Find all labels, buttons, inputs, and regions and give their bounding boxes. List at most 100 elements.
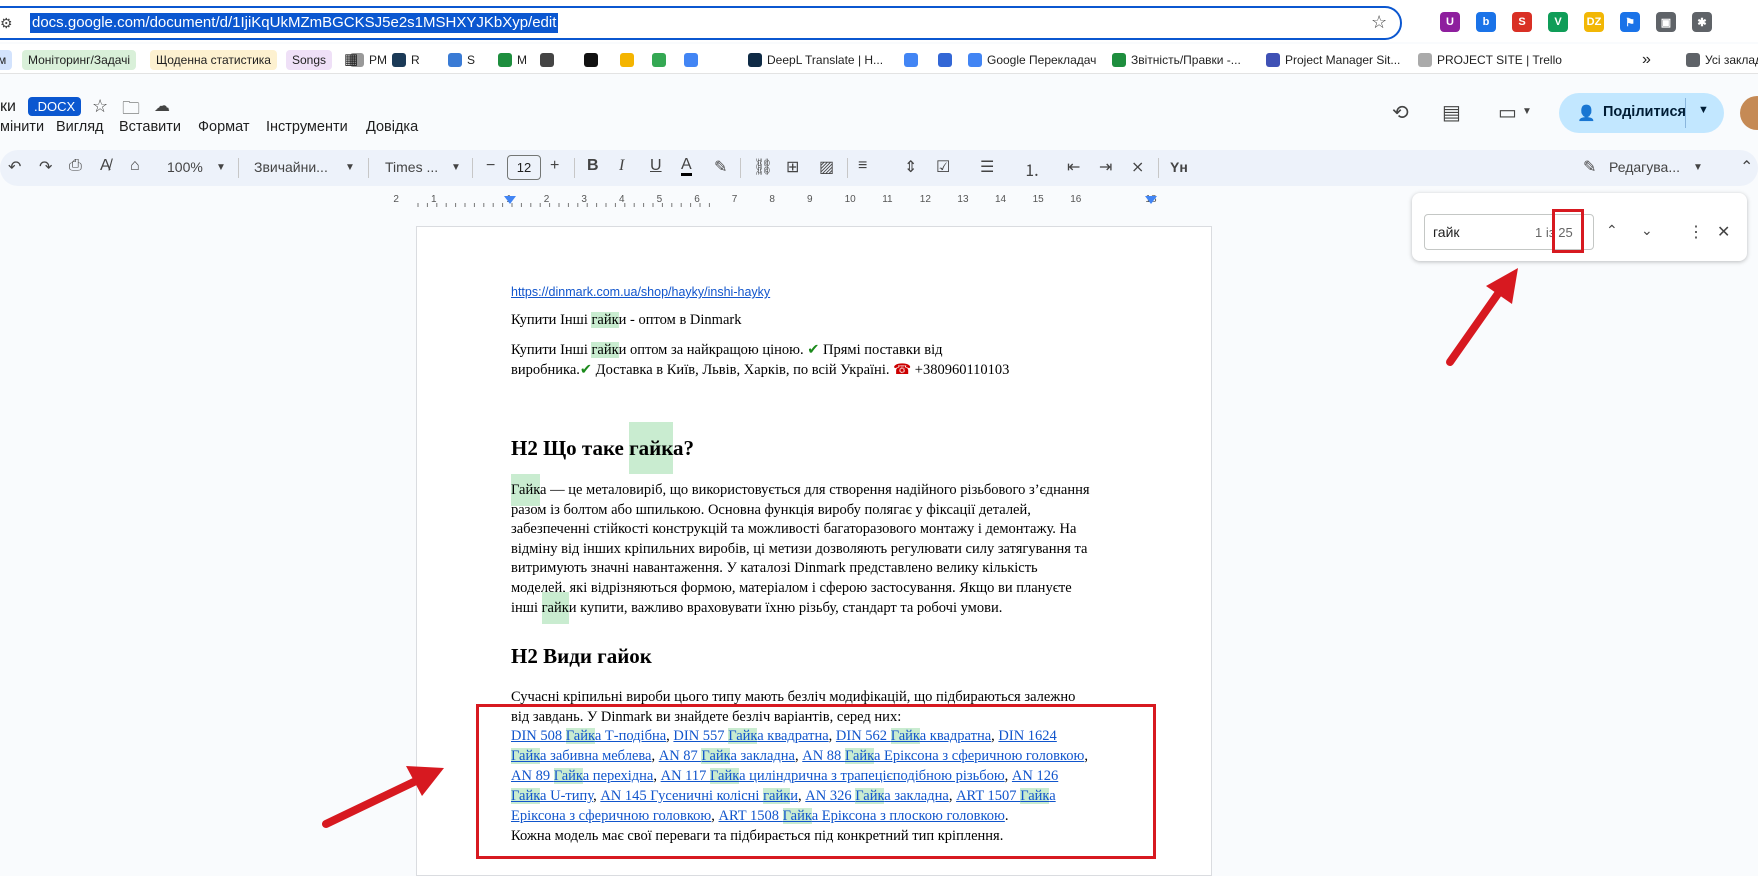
zoom-dropdown-icon[interactable]: ▼	[216, 162, 226, 173]
font-select[interactable]: Times ...	[385, 159, 438, 175]
bookmark-favicon-icon	[498, 53, 512, 67]
text-run: інші	[511, 599, 542, 616]
doc-line-3: виробника.✔ Доставка в Київ, Львів, Харк…	[511, 360, 1009, 380]
bookmark-item[interactable]: PROJECT SITE | Trello	[1418, 50, 1562, 70]
add-comment-icon[interactable]: ⊞	[786, 157, 799, 177]
horizontal-ruler[interactable]: 211234567891011121314151618	[0, 192, 1420, 210]
paint-format-icon[interactable]: ⌂	[130, 157, 140, 175]
doc-line: витримують значні навантаження. У катало…	[511, 560, 1038, 577]
bookmark-item[interactable]	[652, 50, 666, 70]
bookmark-item[interactable]: Songs	[286, 50, 333, 70]
bookmarks-more-icon[interactable]: »	[1642, 50, 1651, 70]
bookmark-favicon-icon	[584, 53, 598, 67]
text-color-icon[interactable]: A	[681, 157, 692, 176]
dz-icon[interactable]: DZ	[1584, 12, 1604, 32]
input-tools-icon[interactable]: Yн	[1170, 159, 1188, 175]
mode-dropdown-icon[interactable]: ▼	[1693, 162, 1703, 173]
decrease-indent-icon[interactable]: ⇤	[1067, 157, 1080, 177]
meet-icon[interactable]: ▭	[1498, 100, 1517, 125]
menu-item[interactable]: Інструменти	[266, 119, 348, 135]
menu-item[interactable]: Довідка	[366, 119, 418, 135]
document-title[interactable]: ки	[0, 98, 16, 116]
bulleted-list-icon[interactable]: ☰	[980, 157, 994, 177]
undo-icon[interactable]: ↶	[8, 157, 21, 177]
bookmark-favicon-icon	[392, 53, 406, 67]
bookmark-item[interactable]: M	[498, 50, 527, 70]
highlight-icon[interactable]: ✎	[714, 157, 727, 177]
bold-icon[interactable]: B	[587, 157, 599, 175]
underline-icon[interactable]: U	[650, 157, 662, 175]
flag-icon[interactable]: ⚑	[1620, 12, 1640, 32]
align-icon[interactable]: ≡	[858, 157, 867, 175]
seo-icon[interactable]: S	[1512, 12, 1532, 32]
bookmark-item[interactable]: DeepL Translate | Н...	[748, 50, 883, 70]
annotation-box-count	[1552, 209, 1584, 253]
tabs-icon[interactable]: b	[1476, 12, 1496, 32]
next-match-icon[interactable]: ⌄	[1641, 222, 1653, 239]
font-dropdown-icon[interactable]: ▼	[451, 162, 461, 173]
site-info-icon[interactable]: ⚙	[0, 15, 13, 32]
ruler-label: 11	[882, 194, 893, 205]
link-icon[interactable]: ⛓	[753, 157, 773, 177]
insert-image-icon[interactable]: ▨	[819, 157, 834, 177]
more-options-icon[interactable]: ⋮	[1688, 222, 1704, 242]
image-icon[interactable]: ▣	[1656, 12, 1676, 32]
bookmark-item[interactable]	[938, 50, 952, 70]
apps-grid-icon[interactable]: ▦	[344, 50, 358, 70]
bookmark-item[interactable]	[540, 50, 554, 70]
bookmark-item[interactable]: Щоденна статистика	[150, 50, 277, 70]
zoom-select[interactable]: 100%	[167, 159, 203, 175]
bookmark-item[interactable]	[904, 50, 918, 70]
product-url-link[interactable]: https://dinmark.com.ua/shop/hayky/inshi-…	[511, 282, 770, 302]
close-icon[interactable]: ✕	[1717, 222, 1730, 242]
bookmark-item[interactable]: Усі заклад	[1686, 50, 1758, 70]
previous-match-icon[interactable]: ⌃	[1606, 222, 1618, 239]
bookmark-item[interactable]: Моніторинг/Задачі	[22, 50, 137, 70]
find-input[interactable]	[1433, 224, 1533, 240]
bookmark-item[interactable]: S	[448, 50, 475, 70]
url-text[interactable]: docs.google.com/document/d/1IjiKqUkMZmBG…	[30, 13, 559, 33]
style-select[interactable]: Звичайни...	[254, 159, 328, 175]
collapse-menu-icon[interactable]: ⌃	[1740, 157, 1753, 177]
cloud-saved-icon[interactable]: ☁	[154, 96, 170, 116]
comments-icon[interactable]: ▤	[1442, 100, 1461, 125]
line-spacing-icon[interactable]: ⇕	[904, 157, 917, 177]
menu-item[interactable]: мінити	[0, 119, 44, 135]
version-history-icon[interactable]: ⟲	[1392, 100, 1409, 125]
increase-font-icon[interactable]: +	[550, 157, 559, 175]
bookmark-item[interactable]	[684, 50, 698, 70]
numbered-list-icon[interactable]: ⒈	[1024, 157, 1040, 181]
menu-item[interactable]: Формат	[198, 119, 250, 135]
bookmark-item[interactable]: м	[0, 50, 13, 70]
ublock-icon[interactable]: U	[1440, 12, 1460, 32]
text-run: а — це металовиріб, що використовується …	[540, 482, 1090, 498]
bookmark-item[interactable]: Звітність/Правки -...	[1112, 50, 1241, 70]
bookmark-star-icon[interactable]: ☆	[1371, 12, 1387, 33]
meet-dropdown-icon[interactable]: ▼	[1522, 106, 1532, 117]
editing-mode-select[interactable]: Редагува...	[1609, 159, 1680, 175]
share-dropdown-icon[interactable]: ▼	[1698, 104, 1709, 116]
bookmark-item[interactable]: Project Manager Sit...	[1266, 50, 1400, 70]
font-size-input[interactable]: 12	[507, 155, 541, 180]
vpn-icon[interactable]: V	[1548, 12, 1568, 32]
bookmark-item[interactable]	[584, 50, 598, 70]
checklist-icon[interactable]: ☑	[936, 157, 950, 177]
bookmark-item[interactable]: Google Перекладач	[968, 50, 1096, 70]
style-dropdown-icon[interactable]: ▼	[345, 162, 355, 173]
doc-line: відміну від інших кріпильних виробів, ці…	[511, 540, 1088, 557]
decrease-font-icon[interactable]: −	[486, 157, 495, 175]
spellcheck-icon[interactable]: A̸	[100, 157, 111, 175]
bookmark-item[interactable]: R	[392, 50, 420, 70]
bookmark-label: DeepL Translate | Н...	[767, 53, 884, 67]
italic-icon[interactable]: I	[619, 157, 624, 175]
menu-item[interactable]: Вставити	[119, 119, 181, 135]
menu-item[interactable]: Вигляд	[56, 119, 104, 135]
star-icon[interactable]: ☆	[92, 96, 108, 117]
clear-formatting-icon[interactable]: ⨯	[1131, 157, 1144, 177]
bookmark-item[interactable]	[620, 50, 634, 70]
increase-indent-icon[interactable]: ⇥	[1099, 157, 1112, 177]
puzzle-icon[interactable]: ✱	[1692, 12, 1712, 32]
bookmark-label: M	[517, 53, 527, 67]
redo-icon[interactable]: ↷	[39, 157, 52, 177]
print-icon[interactable]: ⎙	[69, 157, 82, 175]
